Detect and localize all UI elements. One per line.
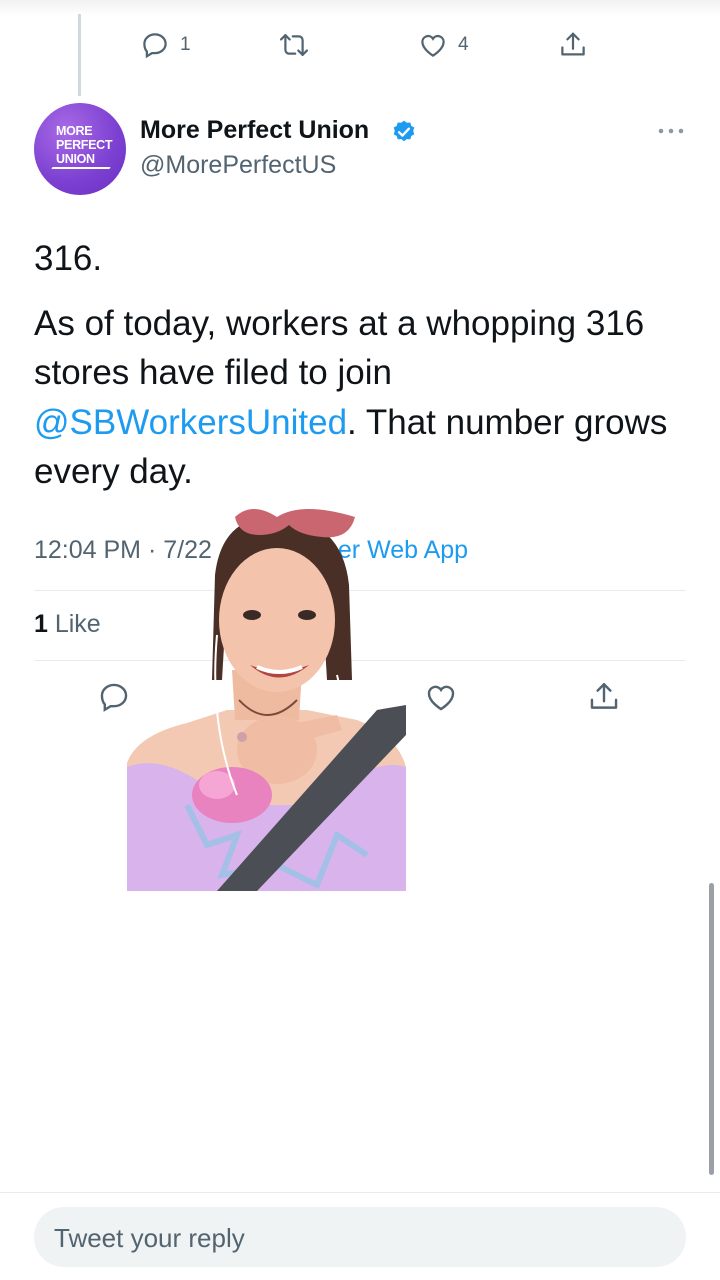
previous-retweet-button[interactable] xyxy=(278,30,310,60)
share-button[interactable] xyxy=(587,680,621,714)
previous-like-count: 4 xyxy=(458,34,469,55)
more-icon[interactable] xyxy=(657,120,685,140)
tweet-body: As of today, workers at a whopping 316 s… xyxy=(34,299,694,497)
author-display-name[interactable]: More Perfect Union xyxy=(140,116,369,145)
avatar-logo-underline xyxy=(51,167,111,169)
previous-reply-button[interactable]: 1 xyxy=(140,30,191,60)
reply-button[interactable] xyxy=(97,680,131,714)
thread-line xyxy=(78,14,81,96)
reply-icon xyxy=(143,33,167,59)
scrollbar[interactable] xyxy=(709,883,714,1175)
share-icon xyxy=(561,32,585,56)
mention-link[interactable]: @SBWorkersUnited xyxy=(34,403,347,442)
previous-tweet-fade xyxy=(0,0,720,16)
previous-reply-count: 1 xyxy=(180,34,191,55)
share-icon xyxy=(590,683,618,709)
likes-label: Like xyxy=(47,610,101,638)
verified-icon xyxy=(393,120,415,142)
likes-number: 1 xyxy=(34,610,48,638)
reply-input[interactable]: Tweet your reply xyxy=(34,1207,686,1267)
divider xyxy=(0,1192,720,1193)
avatar-logo-text: MORE PERFECT UNION xyxy=(56,124,113,166)
likes-count[interactable]: 1 Like xyxy=(34,610,101,639)
author-avatar[interactable]: MORE PERFECT UNION xyxy=(34,103,126,195)
tweet-text: 316. As of today, workers at a whopping … xyxy=(34,234,694,497)
like-icon xyxy=(421,34,445,57)
previous-like-button[interactable]: 4 xyxy=(418,30,469,60)
tweet-line-number: 316. xyxy=(34,239,103,278)
reply-placeholder: Tweet your reply xyxy=(54,1223,245,1253)
author-handle[interactable]: @MorePerfectUS xyxy=(140,151,336,180)
person-overlay-image xyxy=(127,505,406,891)
like-icon xyxy=(427,685,455,711)
reply-icon xyxy=(100,683,128,712)
like-button[interactable] xyxy=(424,680,458,714)
retweet-icon xyxy=(279,34,309,56)
previous-share-button[interactable] xyxy=(558,30,588,60)
tweet-body-start: As of today, workers at a whopping 316 s… xyxy=(34,303,645,393)
